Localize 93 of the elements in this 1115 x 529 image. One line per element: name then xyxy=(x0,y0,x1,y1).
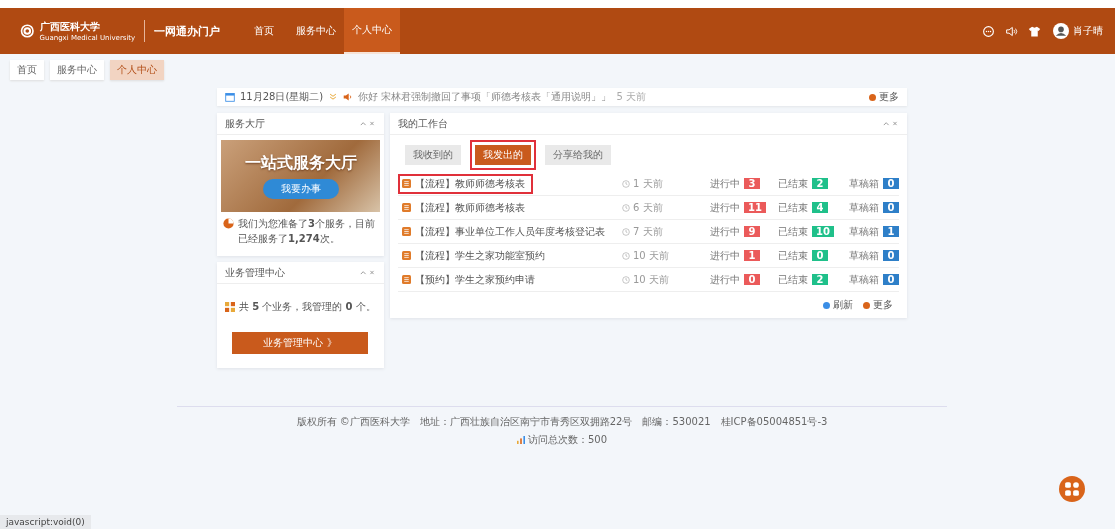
document-icon xyxy=(402,251,411,260)
notice-time: 5 天前 xyxy=(616,90,646,104)
visit-count-text: 访问总次数：500 xyxy=(527,433,608,447)
refresh-link[interactable]: 刷新 xyxy=(823,298,853,312)
count-badge[interactable]: 1 xyxy=(744,250,760,261)
status-label: 已结束 xyxy=(778,224,808,239)
time-ago-text: 7 天前 xyxy=(633,224,663,239)
count-badge[interactable]: 3 xyxy=(744,178,760,189)
clock-icon xyxy=(622,251,630,260)
count-badge[interactable]: 0 xyxy=(883,178,899,189)
status-label: 已结束 xyxy=(778,176,808,191)
document-icon xyxy=(402,275,411,284)
status-label: 进行中 xyxy=(710,224,740,239)
avatar-icon[interactable] xyxy=(1053,23,1069,39)
status-label: 草稿箱 xyxy=(849,176,879,191)
count-badge[interactable]: 0 xyxy=(744,274,760,285)
banner-title: 一站式服务大厅 xyxy=(244,153,357,174)
university-emblem-icon xyxy=(20,21,35,41)
card-title: 服务大厅 xyxy=(225,116,265,131)
clock-icon xyxy=(622,275,630,284)
count-badge[interactable]: 0 xyxy=(812,250,828,261)
speaker-icon[interactable] xyxy=(1005,24,1018,38)
service-stats-text: 我们为您准备了3个服务，目前已经服务了1,274次。 xyxy=(238,217,376,246)
workflow-link[interactable]: 【流程】学生之家功能室预约 xyxy=(415,248,545,263)
card-title: 我的工作台 xyxy=(398,116,448,131)
count-badge[interactable]: 0 xyxy=(883,250,899,261)
clock-icon xyxy=(622,203,630,212)
status-label: 已结束 xyxy=(778,248,808,263)
nav-tab[interactable]: 服务中心 xyxy=(288,8,344,54)
count-badge[interactable]: 4 xyxy=(812,202,828,213)
start-service-button[interactable]: 我要办事 xyxy=(262,179,339,199)
time-ago-text: 10 天前 xyxy=(633,272,669,287)
workflow-link[interactable]: 【流程】事业单位工作人员年度考核登记表 xyxy=(415,224,605,239)
chat-icon[interactable] xyxy=(982,24,995,38)
pie-icon xyxy=(223,218,234,229)
count-badge[interactable]: 10 xyxy=(812,226,834,237)
page-tab[interactable]: 首页 xyxy=(10,60,44,80)
status-label: 草稿箱 xyxy=(849,272,879,287)
workflow-link[interactable]: 【预约】学生之家预约申请 xyxy=(415,272,535,287)
calendar-icon xyxy=(225,92,235,102)
time-ago-text: 6 天前 xyxy=(633,200,663,215)
portal-title: 一网通办门户 xyxy=(154,23,220,39)
grid-icon xyxy=(1064,481,1080,497)
more-link[interactable]: 更多 xyxy=(869,90,899,104)
document-icon xyxy=(402,203,411,212)
time-ago-text: 10 天前 xyxy=(633,248,669,263)
copyright-text: 版权所有 ©广西医科大学 地址：广西壮族自治区南宁市青秀区双拥路22号 邮编：530021 桂ICP备05004851号-3 xyxy=(296,415,828,429)
page-tab[interactable]: 服务中心 xyxy=(50,60,104,80)
status-label: 草稿箱 xyxy=(849,200,879,215)
count-badge[interactable]: 1 xyxy=(883,226,899,237)
document-icon xyxy=(402,179,411,188)
bar-chart-icon xyxy=(516,436,525,444)
count-badge[interactable]: 9 xyxy=(744,226,760,237)
nav-tab[interactable]: 个人中心 xyxy=(344,8,400,54)
notice-message[interactable]: 你好 宋林君强制撤回了事项「师德考核表「通用说明」」 xyxy=(358,90,612,104)
time-ago-text: 1 天前 xyxy=(633,176,663,191)
status-label: 已结束 xyxy=(778,272,808,287)
status-bar-url: javascript:void(0) xyxy=(0,515,91,529)
date-text: 11月28日(星期二) xyxy=(240,90,324,104)
count-badge[interactable]: 11 xyxy=(744,202,766,213)
document-icon xyxy=(402,227,411,236)
card-title: 业务管理中心 xyxy=(225,265,285,280)
workbench-tab[interactable]: 我发出的 xyxy=(475,145,531,165)
count-badge[interactable]: 0 xyxy=(883,274,899,285)
nav-tab[interactable]: 首页 xyxy=(240,8,288,54)
status-label: 进行中 xyxy=(710,248,740,263)
clock-icon xyxy=(622,227,630,236)
collapse-close-icon[interactable] xyxy=(883,120,899,127)
user-name[interactable]: 肖子晴 xyxy=(1073,24,1103,38)
status-label: 进行中 xyxy=(710,176,740,191)
count-badge[interactable]: 0 xyxy=(883,202,899,213)
collapse-close-icon[interactable] xyxy=(360,269,376,276)
business-summary-text: 共 5 个业务，我管理的 0 个。 xyxy=(239,300,376,314)
clock-icon xyxy=(622,179,630,188)
grid-icon xyxy=(225,302,235,312)
workbench-tab[interactable]: 分享给我的 xyxy=(545,145,611,165)
page-tab[interactable]: 个人中心 xyxy=(110,60,164,80)
workbench-tab[interactable]: 我收到的 xyxy=(405,145,461,165)
collapse-close-icon[interactable] xyxy=(360,120,376,127)
status-label: 草稿箱 xyxy=(849,224,879,239)
speaker-icon xyxy=(343,92,354,102)
more-link[interactable]: 更多 xyxy=(863,298,893,312)
status-label: 进行中 xyxy=(710,272,740,287)
workflow-link[interactable]: 【流程】教师师德考核表 xyxy=(415,200,525,215)
count-badge[interactable]: 2 xyxy=(812,178,828,189)
apps-button[interactable] xyxy=(1059,476,1085,502)
university-name: 广西医科大学 xyxy=(39,20,101,34)
count-badge[interactable]: 2 xyxy=(812,274,828,285)
status-label: 草稿箱 xyxy=(849,248,879,263)
business-center-button[interactable]: 业务管理中心 》 xyxy=(232,332,368,354)
status-label: 已结束 xyxy=(778,200,808,215)
shirt-icon[interactable] xyxy=(1028,24,1041,38)
status-label: 进行中 xyxy=(710,200,740,215)
